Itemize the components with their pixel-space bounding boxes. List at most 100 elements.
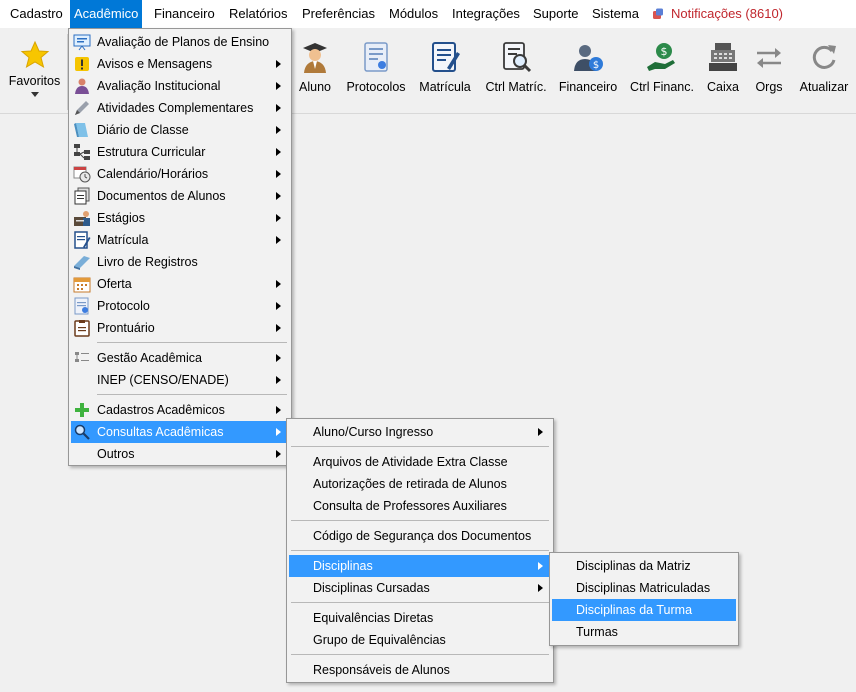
menu-item-outros[interactable]: Outros [71,443,289,465]
menu-item-documentos-alunos[interactable]: Documentos de Alunos [71,185,289,207]
menu-item-atividades-complementares[interactable]: Atividades Complementares [71,97,289,119]
menu-item-consulta-professores[interactable]: Consulta de Professores Auxiliares [289,495,551,517]
menu-item-disciplinas[interactable]: Disciplinas [289,555,551,577]
student-icon [303,43,327,73]
menu-item-label: INEP (CENSO/ENADE) [97,373,229,387]
menu-item-matricula[interactable]: Matrícula [71,229,289,251]
toolbar-caixa-label: Caixa [707,80,739,94]
menu-item-disciplinas-turma[interactable]: Disciplinas da Turma [552,599,736,621]
menu-item-avaliacao-institucional[interactable]: Avaliação Institucional [71,75,289,97]
menu-item-codigo-seguranca[interactable]: Código de Segurança dos Documentos [289,525,551,547]
submenu-arrow-icon [276,60,281,68]
menu-preferencias[interactable]: Preferências [298,0,379,28]
enrollment-control-icon [503,42,532,73]
menu-item-livro-registros[interactable]: Livro de Registros [71,251,289,273]
menu-item-equivalencias-diretas[interactable]: Equivalências Diretas [289,607,551,629]
notifications-link[interactable]: Notificações (8610) [652,0,783,28]
menu-item-cadastros-academicos[interactable]: Cadastros Acadêmicos [71,399,289,421]
protocols-icon [364,42,388,72]
finance-icon: $ [574,45,603,71]
toolbar-protocolos-label: Protocolos [346,80,406,94]
menu-item-label: Consulta de Professores Auxiliares [313,499,507,513]
submenu-arrow-icon [276,450,281,458]
cash-register-icon [709,43,737,71]
submenu-arrow-icon [276,280,281,288]
menu-integracoes[interactable]: Integrações [448,0,524,28]
chevron-down-icon [30,92,39,97]
menu-separator [291,602,549,603]
menu-item-label: Diário de Classe [97,123,189,137]
menu-item-label: Disciplinas da Matriz [576,559,691,573]
menu-item-avaliacao-planos[interactable]: Avaliação de Planos de Ensino [71,31,289,53]
menu-separator [97,342,287,343]
menu-item-grupo-equivalencias[interactable]: Grupo de Equivalências [289,629,551,651]
enrollment-form-icon [74,231,91,249]
menu-item-label: Equivalências Diretas [313,611,434,625]
menu-item-aluno-curso-ingresso[interactable]: Aluno/Curso Ingresso [289,421,551,443]
submenu-arrow-icon [276,406,281,414]
menu-item-calendario-horarios[interactable]: Calendário/Horários [71,163,289,185]
menu-modulos[interactable]: Módulos [385,0,442,28]
swap-arrows-icon [757,48,781,68]
menu-item-estrutura-curricular[interactable]: Estrutura Curricular [71,141,289,163]
book-icon [74,256,90,270]
academico-menu: Avaliação de Planos de Ensino Avisos e M… [68,28,292,466]
menu-item-label: Grupo de Equivalências [313,633,446,647]
menu-item-arquivos-atividade[interactable]: Arquivos de Atividade Extra Classe [289,451,551,473]
menu-item-label: Avisos e Mensagens [97,57,213,71]
menu-item-estagios[interactable]: Estágios [71,207,289,229]
menu-item-responsaveis-alunos[interactable]: Responsáveis de Alunos [289,659,551,681]
toolbar-aluno-button[interactable]: Aluno [294,40,336,112]
menu-item-label: Avaliação de Planos de Ensino [97,35,270,49]
favorites-button[interactable]: Favoritos [2,34,68,110]
menu-item-label: Oferta [97,277,132,291]
refresh-icon [812,45,836,69]
menu-item-label: Atividades Complementares [97,101,254,115]
menu-item-label: Calendário/Horários [97,167,209,181]
menu-item-prontuario[interactable]: Prontuário [71,317,289,339]
toolbar-orgs-button[interactable]: Orgs [750,40,788,112]
toolbar-protocolos-button[interactable]: Protocolos [344,40,408,112]
menu-item-avisos[interactable]: Avisos e Mensagens [71,53,289,75]
disciplinas-submenu: Disciplinas da Matriz Disciplinas Matric… [549,552,739,646]
menu-separator [97,394,287,395]
menu-item-inep[interactable]: INEP (CENSO/ENADE) [71,369,289,391]
toolbar-ctrl-matric-button[interactable]: Ctrl Matríc. [484,40,548,112]
menu-academico[interactable]: Acadêmico [70,0,143,28]
menu-relatorios[interactable]: Relatórios [225,0,292,28]
menu-item-oferta[interactable]: Oferta [71,273,289,295]
protocol-icon [74,297,89,315]
submenu-arrow-icon [276,192,281,200]
submenu-arrow-icon [276,354,281,362]
pencil-icon [75,101,89,115]
menu-financeiro[interactable]: Financeiro [150,0,219,28]
menu-cadastro[interactable]: Cadastro [6,0,67,28]
hierarchy-icon [74,144,90,160]
menu-sistema[interactable]: Sistema [588,0,643,28]
submenu-arrow-icon [276,376,281,384]
submenu-arrow-icon [538,428,543,436]
menu-item-label: Turmas [576,625,618,639]
consultas-academicas-submenu: Aluno/Curso Ingresso Arquivos de Ativida… [286,418,554,683]
submenu-arrow-icon [276,126,281,134]
menu-item-protocolo[interactable]: Protocolo [71,295,289,317]
toolbar-atualizar-label: Atualizar [799,80,849,94]
menu-item-disciplinas-matriz[interactable]: Disciplinas da Matriz [552,555,736,577]
menu-item-disciplinas-matriculadas[interactable]: Disciplinas Matriculadas [552,577,736,599]
submenu-arrow-icon [538,584,543,592]
toolbar-financeiro-button[interactable]: $ Financeiro [558,40,618,112]
menu-item-diario-classe[interactable]: Diário de Classe [71,119,289,141]
menu-item-label: Disciplinas Matriculadas [576,581,711,595]
toolbar-caixa-button[interactable]: Caixa [702,40,744,112]
menu-item-turmas[interactable]: Turmas [552,621,736,643]
menu-item-disciplinas-cursadas[interactable]: Disciplinas Cursadas [289,577,551,599]
menu-item-gestao-academica[interactable]: Gestão Acadêmica [71,347,289,369]
toolbar-orgs-label: Orgs [755,80,783,94]
menu-suporte[interactable]: Suporte [529,0,583,28]
toolbar-matricula-button[interactable]: Matrícula [416,40,474,112]
toolbar-ctrl-financ-button[interactable]: $ Ctrl Financ. [630,40,694,112]
menu-item-label: Código de Segurança dos Documentos [313,529,532,543]
menu-item-consultas-academicas[interactable]: Consultas Acadêmicas [71,421,289,443]
menu-item-autorizacoes-retirada[interactable]: Autorizações de retirada de Alunos [289,473,551,495]
toolbar-atualizar-button[interactable]: Atualizar [798,40,850,112]
